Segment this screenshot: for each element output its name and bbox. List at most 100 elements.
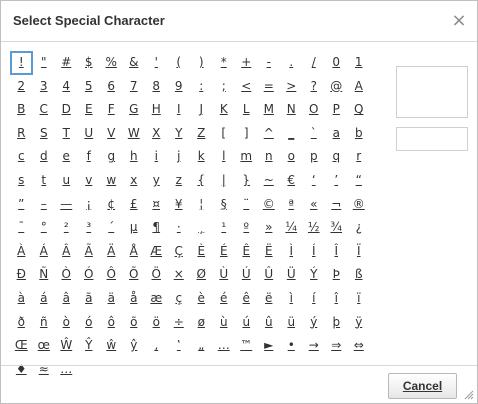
character-cell[interactable]: M [258, 98, 281, 122]
character-cell[interactable]: ë [258, 287, 281, 311]
character-cell[interactable]: ¹ [213, 216, 236, 240]
character-cell[interactable]: ù [213, 311, 236, 335]
character-cell[interactable]: L [235, 98, 258, 122]
character-cell[interactable]: · [168, 216, 191, 240]
character-cell[interactable]: “ [348, 169, 371, 193]
character-cell[interactable]: ª [280, 193, 303, 217]
character-cell[interactable]: Ŷ [78, 334, 101, 358]
character-cell[interactable]: W [123, 122, 146, 146]
character-cell[interactable]: ü [280, 311, 303, 335]
character-cell[interactable]: ß [348, 263, 371, 287]
character-cell[interactable]: Ü [280, 263, 303, 287]
character-cell[interactable]: ² [55, 216, 78, 240]
character-cell[interactable]: ; [213, 75, 236, 99]
character-cell[interactable]: … [213, 334, 236, 358]
character-cell[interactable]: o [280, 145, 303, 169]
dialog-titlebar[interactable]: Select Special Character × [1, 1, 477, 42]
character-cell[interactable]: r [348, 145, 371, 169]
character-cell[interactable]: ½ [303, 216, 326, 240]
character-cell[interactable]: é [213, 287, 236, 311]
character-cell[interactable]: â [55, 287, 78, 311]
character-cell[interactable]: B [10, 98, 33, 122]
character-cell[interactable]: x [123, 169, 146, 193]
character-cell[interactable]: G [123, 98, 146, 122]
character-cell[interactable]: ÿ [348, 311, 371, 335]
character-cell[interactable]: í [303, 287, 326, 311]
character-cell[interactable]: k [190, 145, 213, 169]
character-cell[interactable]: . [280, 51, 303, 75]
character-cell[interactable]: Þ [325, 263, 348, 287]
character-cell[interactable]: w [100, 169, 123, 193]
character-cell[interactable]: « [303, 193, 326, 217]
character-cell[interactable]: ‘ [303, 169, 326, 193]
character-cell[interactable]: ÷ [168, 311, 191, 335]
character-cell[interactable]: „ [190, 334, 213, 358]
character-cell[interactable]: 7 [123, 75, 146, 99]
character-cell[interactable]: Ð [10, 263, 33, 287]
character-cell[interactable]: > [280, 75, 303, 99]
character-cell[interactable]: j [168, 145, 191, 169]
character-cell[interactable]: 0 [325, 51, 348, 75]
character-cell[interactable]: Ê [235, 240, 258, 264]
character-cell[interactable]: * [213, 51, 236, 75]
character-cell[interactable]: ? [303, 75, 326, 99]
character-cell[interactable]: " [33, 51, 56, 75]
character-cell[interactable]: € [280, 169, 303, 193]
character-cell[interactable]: 6 [100, 75, 123, 99]
character-cell[interactable]: Ú [235, 263, 258, 287]
character-cell[interactable]: P [325, 98, 348, 122]
character-cell[interactable]: ¦ [190, 193, 213, 217]
character-cell[interactable]: ì [280, 287, 303, 311]
character-cell[interactable]: ' [145, 51, 168, 75]
character-cell[interactable]: → [303, 334, 326, 358]
character-cell[interactable]: i [145, 145, 168, 169]
character-cell[interactable]: # [55, 51, 78, 75]
character-cell[interactable]: 4 [55, 75, 78, 99]
character-cell[interactable]: Ö [145, 263, 168, 287]
character-cell[interactable]: ¯ [10, 216, 33, 240]
character-cell[interactable]: £ [123, 193, 146, 217]
character-cell[interactable]: Ì [280, 240, 303, 264]
character-cell[interactable]: ) [190, 51, 213, 75]
character-cell[interactable]: Ò [55, 263, 78, 287]
character-cell[interactable]: ö [145, 311, 168, 335]
character-cell[interactable]: 2 [10, 75, 33, 99]
character-cell[interactable]: Â [55, 240, 78, 264]
character-cell[interactable]: ç [168, 287, 191, 311]
character-cell[interactable]: ` [303, 122, 326, 146]
character-cell[interactable]: à [10, 287, 33, 311]
character-cell[interactable]: Ä [100, 240, 123, 264]
character-cell[interactable]: ^ [258, 122, 281, 146]
character-cell[interactable]: Ç [168, 240, 191, 264]
character-cell[interactable]: ™ [235, 334, 258, 358]
character-cell[interactable]: d [33, 145, 56, 169]
character-cell[interactable]: Õ [123, 263, 146, 287]
character-cell[interactable]: À [10, 240, 33, 264]
character-cell[interactable]: A [348, 75, 371, 99]
character-cell[interactable]: & [123, 51, 146, 75]
character-cell[interactable]: þ [325, 311, 348, 335]
character-cell[interactable]: œ [33, 334, 56, 358]
character-cell[interactable]: ï [348, 287, 371, 311]
character-cell[interactable]: } [235, 169, 258, 193]
character-cell[interactable]: X [145, 122, 168, 146]
character-cell[interactable]: á [33, 287, 56, 311]
character-cell[interactable]: ú [235, 311, 258, 335]
character-cell[interactable]: ‛ [168, 334, 191, 358]
character-cell[interactable]: [ [213, 122, 236, 146]
character-cell[interactable]: Å [123, 240, 146, 264]
character-cell[interactable]: ° [33, 216, 56, 240]
character-cell[interactable]: R [10, 122, 33, 146]
character-cell[interactable]: S [33, 122, 56, 146]
character-cell[interactable]: © [258, 193, 281, 217]
character-cell[interactable]: ⇒ [325, 334, 348, 358]
character-cell[interactable]: Ñ [33, 263, 56, 287]
character-cell[interactable]: q [325, 145, 348, 169]
character-cell[interactable]: 1 [348, 51, 371, 75]
character-cell[interactable]: ( [168, 51, 191, 75]
character-cell[interactable]: É [213, 240, 236, 264]
character-cell[interactable]: 3 [33, 75, 56, 99]
cancel-button[interactable]: Cancel [388, 373, 457, 399]
character-cell[interactable]: » [258, 216, 281, 240]
character-cell[interactable]: Æ [145, 240, 168, 264]
